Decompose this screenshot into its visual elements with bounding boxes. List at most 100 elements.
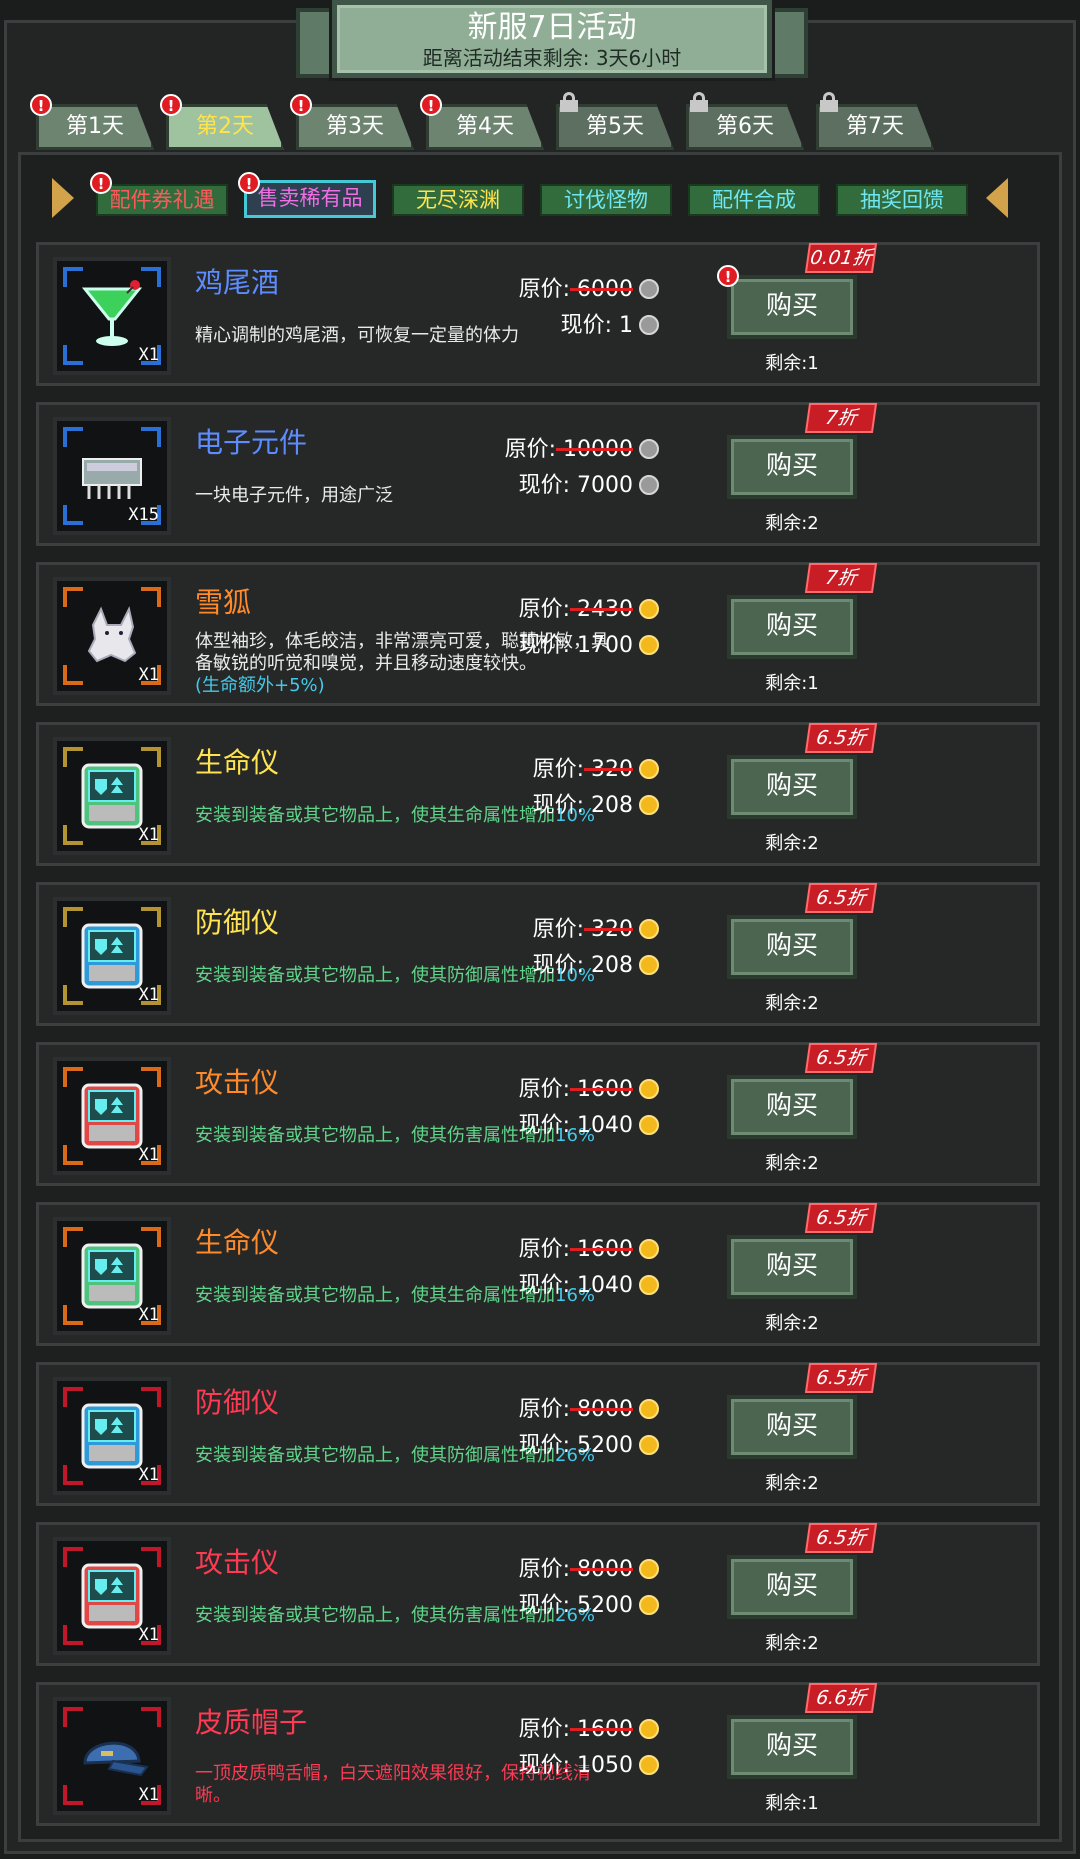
- original-price-value: 8000: [570, 1557, 633, 1582]
- remaining-count: 剩余:2: [765, 1473, 819, 1494]
- tab-day-4[interactable]: 第4天: [426, 104, 544, 150]
- item-icon-frame: X15: [53, 417, 171, 535]
- gold-coin-icon: [639, 1275, 659, 1295]
- current-price: 现价: 208: [533, 787, 659, 819]
- buy-button[interactable]: 购买: [727, 1395, 857, 1459]
- silver-coin-icon: [639, 279, 659, 299]
- gold-coin-icon: [639, 599, 659, 619]
- plaque-wing-left: [296, 8, 336, 78]
- item-icon-frame: X1: [53, 737, 171, 855]
- category-tab-5[interactable]: 配件合成: [688, 184, 820, 216]
- current-price-value: 208: [584, 953, 633, 978]
- discount-badge: 6.5折: [804, 1363, 878, 1393]
- original-price-value: 1600: [570, 1077, 633, 1102]
- original-price-label: 原价:: [518, 1717, 571, 1742]
- original-price-label: 原价:: [518, 1237, 571, 1262]
- category-tab-4[interactable]: 讨伐怪物: [540, 184, 672, 216]
- original-price-label: 原价:: [504, 437, 557, 462]
- gold-coin-icon: [639, 1079, 659, 1099]
- item-row: X1 防御仪 安装到装备或其它物品上，使其防御属性增加10% 原价: 320 现价: 2…: [36, 882, 1040, 1026]
- category-prev-arrow-icon[interactable]: [52, 178, 74, 218]
- gold-coin-icon: [639, 1755, 659, 1775]
- discount-badge: 6.6折: [804, 1683, 878, 1713]
- category-tab-6[interactable]: 抽奖回馈: [836, 184, 968, 216]
- tab-day-2[interactable]: 第2天: [166, 104, 284, 150]
- buy-button[interactable]: 购买: [727, 595, 857, 659]
- item-icon-frame: X1: [53, 1697, 171, 1815]
- remaining-count: 剩余:2: [765, 1313, 819, 1334]
- buy-button[interactable]: 购买: [727, 915, 857, 979]
- lock-icon: [690, 92, 708, 112]
- silver-coin-icon: [639, 475, 659, 495]
- current-price-value: 7000: [570, 473, 633, 498]
- buy-button[interactable]: 购买: [727, 1715, 857, 1779]
- original-price: 原价: 6000: [519, 271, 659, 303]
- buy-button[interactable]: 购买: [727, 1075, 857, 1139]
- buy-button[interactable]: 购买: [727, 1555, 857, 1619]
- original-price-value: 320: [584, 917, 633, 942]
- current-price-label: 现价:: [518, 1593, 571, 1618]
- item-description-text: 一块电子元件，用途广泛: [195, 485, 393, 506]
- remaining-count: 剩余:1: [765, 353, 819, 374]
- item-icon-frame: X1: [53, 1057, 171, 1175]
- item-quantity: X1: [138, 665, 159, 685]
- page-title: 新服7日活动: [467, 10, 637, 45]
- discount-badge: 6.5折: [804, 883, 878, 913]
- remaining-count: 剩余:1: [765, 1793, 819, 1814]
- header-plaque: 新服7日活动 距离活动结束剩余: 3天6小时: [332, 0, 772, 78]
- original-price-label: 原价:: [518, 1557, 571, 1582]
- item-name: 生命仪: [195, 746, 280, 779]
- buy-button[interactable]: 购买: [727, 755, 857, 819]
- current-price: 现价: 7000: [519, 467, 659, 499]
- current-price-label: 现价:: [532, 953, 585, 978]
- current-price-value: 1040: [570, 1113, 633, 1138]
- item-row: X1 攻击仪 安装到装备或其它物品上，使其伤害属性增加26% 原价: 8000 现价: …: [36, 1522, 1040, 1666]
- item-name: 雪狐: [195, 586, 252, 619]
- silver-coin-icon: [639, 439, 659, 459]
- remaining-count: 剩余:2: [765, 833, 819, 854]
- alert-badge-icon: !: [420, 94, 442, 116]
- current-price: 现价: 1050: [519, 1747, 659, 1779]
- item-description-text: 安装到装备或其它物品上，使其生命属性增加: [195, 805, 555, 826]
- original-price-value: 8000: [570, 1397, 633, 1422]
- original-price-label: 原价:: [532, 917, 585, 942]
- item-description: 精心调制的鸡尾酒，可恢复一定量的体力: [195, 325, 615, 347]
- day-tabs: 第1天! 第2天! 第3天! 第4天! 第5天 第6天 第7天: [30, 92, 1046, 152]
- original-price: 原价: 320: [533, 751, 659, 783]
- item-description-text: 安装到装备或其它物品上，使其伤害属性增加: [195, 1125, 555, 1146]
- item-description-text: 精心调制的鸡尾酒，可恢复一定量的体力: [195, 325, 519, 346]
- original-price-value: 1600: [570, 1717, 633, 1742]
- current-price: 现价: 1700: [519, 627, 659, 659]
- gold-coin-icon: [639, 1719, 659, 1739]
- category-next-arrow-icon[interactable]: [986, 178, 1008, 218]
- original-price-value: 2430: [570, 597, 633, 622]
- remaining-count: 剩余:1: [765, 673, 819, 694]
- original-price-label: 原价:: [518, 277, 571, 302]
- remaining-count: 剩余:2: [765, 993, 819, 1014]
- original-price-label: 原价:: [532, 757, 585, 782]
- item-quantity: X1: [138, 1785, 159, 1805]
- original-price-label: 原价:: [518, 597, 571, 622]
- current-price-value: 1050: [570, 1753, 633, 1778]
- gold-coin-icon: [639, 1239, 659, 1259]
- category-tab-2[interactable]: 售卖稀有品: [244, 180, 376, 218]
- category-tab-3[interactable]: 无尽深渊: [392, 184, 524, 216]
- item-quantity: X1: [138, 1145, 159, 1165]
- tab-day-1[interactable]: 第1天: [36, 104, 154, 150]
- current-price-label: 现价:: [518, 633, 571, 658]
- item-icon-frame: X1: [53, 1537, 171, 1655]
- tab-day-3[interactable]: 第3天: [296, 104, 414, 150]
- gold-coin-icon: [639, 955, 659, 975]
- lock-body: [690, 100, 708, 112]
- buy-button[interactable]: 购买: [727, 1235, 857, 1299]
- buy-button[interactable]: 购买: [727, 435, 857, 499]
- lock-body: [820, 100, 838, 112]
- discount-badge: 7折: [804, 403, 878, 433]
- remaining-count: 剩余:2: [765, 1153, 819, 1174]
- category-tab-1[interactable]: 配件券礼遇: [96, 184, 228, 216]
- item-name: 攻击仪: [195, 1546, 280, 1579]
- current-price: 现价: 1: [561, 307, 659, 339]
- current-price-value: 1040: [570, 1273, 633, 1298]
- alert-badge-icon: !: [290, 94, 312, 116]
- buy-button[interactable]: 购买: [727, 275, 857, 339]
